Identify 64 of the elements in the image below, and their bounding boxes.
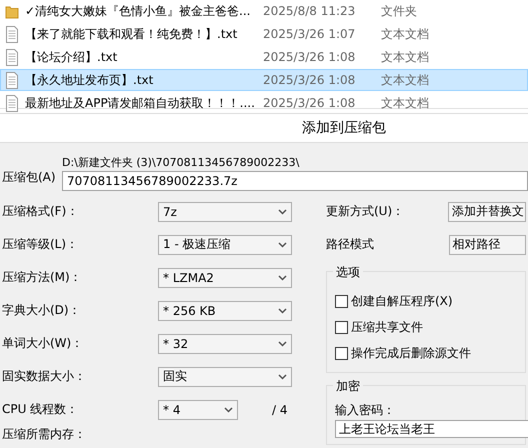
file-name: ✓清纯女大嫩妹『色情小鱼』被金主爸爸... (25, 2, 252, 20)
file-type: 文本文档 (381, 48, 429, 66)
file-date: 2025/8/8 11:23 (263, 4, 356, 18)
setting-label: 压缩格式(F)： (1, 203, 80, 220)
file-name: 【论坛介绍】.txt (25, 48, 118, 66)
archive-path: D:\新建文件夹 (3)\70708113456789002233\ (62, 155, 300, 169)
file-row[interactable]: ✓清纯女大嫩妹『色情小鱼』被金主爸爸... 2025/8/8 11:23 文件夹 (0, 0, 528, 22)
dropdown[interactable]: 1 - 极速压缩 (158, 234, 292, 254)
password-label: 输入密码： (335, 402, 396, 419)
file-type: 文件夹 (381, 2, 417, 20)
chevron-down-icon (224, 406, 233, 412)
dropdown[interactable]: * 4 (158, 400, 238, 420)
setting-label: 压缩等级(L)： (1, 236, 80, 253)
setting-label: CPU 线程数： (1, 401, 80, 418)
chevron-down-icon (278, 308, 287, 314)
file-name: 【永久地址发布页】.txt (25, 72, 154, 88)
file-type: 文本文档 (381, 94, 429, 112)
file-type: 文本文档 (381, 26, 429, 42)
dropdown[interactable]: 7z (158, 202, 292, 222)
dialog-title: 添加到压缩包 (302, 119, 386, 137)
checkbox-label: 压缩共享文件 (351, 318, 423, 336)
file-date: 2025/3/26 1:08 (263, 96, 356, 110)
archive-name-field[interactable]: 70708113456789002233.7z (62, 171, 528, 191)
dropdown[interactable]: * 32 (158, 334, 292, 354)
chevron-down-icon (278, 274, 287, 280)
file-date: 2025/3/26 1:07 (263, 27, 356, 41)
archive-label: 压缩包(A) (2, 169, 57, 186)
file-row[interactable]: 【永久地址发布页】.txt 2025/3/26 1:08 文本文档 (0, 69, 528, 91)
chevron-down-icon (278, 208, 287, 214)
setting-label: 单词大小(W)： (1, 335, 84, 352)
dropdown[interactable]: * LZMA2 (158, 268, 292, 288)
checkbox[interactable] (335, 320, 348, 334)
chevron-down-icon (278, 242, 287, 248)
file-type: 文本文档 (381, 72, 429, 88)
checkbox[interactable] (335, 294, 348, 308)
checkbox-label: 操作完成后删除源文件 (351, 344, 471, 362)
thread-total: / 4 (272, 402, 288, 416)
chevron-down-icon (278, 374, 287, 380)
dropdown[interactable]: 添加并替换文 (448, 202, 526, 222)
checkbox[interactable] (335, 346, 348, 360)
setting-label: 压缩所需内存： (1, 426, 87, 440)
group-title: 选项 (333, 264, 363, 281)
checkbox-label: 创建自解压程序(X) (351, 292, 453, 310)
dropdown[interactable]: * 256 KB (158, 300, 292, 320)
dropdown[interactable]: 固实 (158, 366, 292, 386)
dropdown[interactable]: 相对路径 (448, 234, 526, 254)
file-row[interactable]: 最新地址及APP请发邮箱自动获取！！！.... 2025/3/26 1:08 文本文档 (0, 92, 528, 114)
file-name: 最新地址及APP请发邮箱自动获取！！！.... (25, 94, 256, 112)
document-icon (5, 94, 19, 112)
setting-label: 压缩方法(M)： (1, 269, 83, 286)
file-date: 2025/3/26 1:08 (263, 50, 356, 64)
file-name: 【来了就能下载和观看！纯免费！】.txt (25, 26, 238, 42)
file-row[interactable]: 【论坛介绍】.txt 2025/3/26 1:08 文本文档 (0, 46, 528, 68)
document-icon (5, 48, 19, 66)
password-field[interactable]: 上老王论坛当老王 (335, 420, 528, 438)
file-row[interactable]: 【来了就能下载和观看！纯免费！】.txt 2025/3/26 1:07 文本文档 (0, 23, 528, 45)
setting-label: 固实数据大小： (1, 368, 87, 385)
setting-label: 更新方式(U)： (326, 203, 406, 220)
setting-label: 字典大小(D)： (1, 302, 82, 319)
document-icon (5, 26, 19, 42)
chevron-down-icon (278, 340, 287, 346)
document-icon (5, 72, 19, 88)
setting-label: 路径模式 (326, 236, 375, 253)
file-date: 2025/3/26 1:08 (263, 73, 356, 87)
